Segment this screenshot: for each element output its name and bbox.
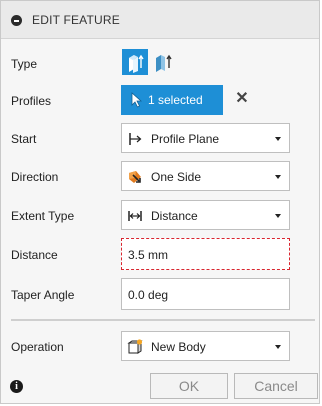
taper-angle-row: Taper Angle 0.0 deg	[1, 278, 319, 310]
chevron-down-icon	[275, 214, 281, 218]
start-label: Start	[11, 132, 37, 146]
cancel-button[interactable]: Cancel	[234, 373, 318, 399]
direction-dropdown[interactable]: One Side	[121, 161, 290, 191]
dialog-title: EDIT FEATURE	[32, 13, 120, 27]
operation-row: Operation New Body	[1, 331, 319, 361]
distance-value: 3.5 mm	[128, 248, 169, 262]
profile-plane-icon	[129, 133, 142, 145]
dialog-header[interactable]: EDIT FEATURE	[1, 1, 319, 39]
chevron-down-icon	[275, 175, 281, 179]
distance-input[interactable]: 3.5 mm	[121, 238, 290, 270]
new-body-icon	[127, 339, 143, 354]
direction-value: One Side	[151, 170, 202, 184]
type-solid-button[interactable]	[122, 49, 148, 75]
collapse-icon[interactable]	[11, 15, 22, 26]
one-side-icon	[129, 171, 141, 183]
dialog-footer: i OK Cancel	[1, 370, 319, 404]
profiles-selection-count: 1 selected	[148, 93, 203, 107]
distance-row: Distance 3.5 mm	[1, 238, 319, 272]
direction-row: Direction One Side	[1, 161, 319, 191]
section-divider	[11, 319, 315, 321]
operation-label: Operation	[11, 340, 64, 354]
chevron-down-icon	[275, 137, 281, 141]
type-row: Type	[1, 49, 319, 79]
clear-selection-icon[interactable]: ✕	[234, 91, 250, 107]
type-thin-button[interactable]	[150, 49, 176, 75]
direction-label: Direction	[11, 170, 59, 184]
extent-type-dropdown[interactable]: Distance	[121, 200, 290, 230]
cursor-arrow-icon	[131, 92, 143, 108]
taper-angle-value: 0.0 deg	[128, 288, 169, 302]
start-value: Profile Plane	[151, 132, 220, 146]
taper-angle-label: Taper Angle	[11, 288, 75, 302]
info-icon[interactable]: i	[10, 380, 23, 393]
edit-feature-dialog: EDIT FEATURE Type Profiles 1 selected ✕ …	[0, 0, 320, 404]
operation-value: New Body	[151, 340, 206, 354]
ok-button[interactable]: OK	[150, 373, 228, 399]
start-row: Start Profile Plane	[1, 123, 319, 153]
operation-dropdown[interactable]: New Body	[121, 331, 290, 361]
extent-type-value: Distance	[151, 209, 198, 223]
extrude-thin-icon	[156, 54, 172, 72]
profiles-label: Profiles	[11, 94, 52, 108]
distance-label: Distance	[11, 248, 58, 262]
taper-angle-input[interactable]: 0.0 deg	[121, 278, 290, 310]
profiles-row: Profiles 1 selected ✕	[1, 85, 319, 115]
type-label: Type	[11, 57, 38, 71]
extent-type-row: Extent Type Distance	[1, 200, 319, 230]
extent-type-label: Extent Type	[11, 209, 75, 223]
chevron-down-icon	[275, 345, 281, 349]
extrude-solid-icon	[129, 54, 144, 73]
start-dropdown[interactable]: Profile Plane	[121, 123, 290, 153]
distance-icon	[128, 211, 142, 221]
profiles-select-button[interactable]: 1 selected	[121, 85, 223, 115]
